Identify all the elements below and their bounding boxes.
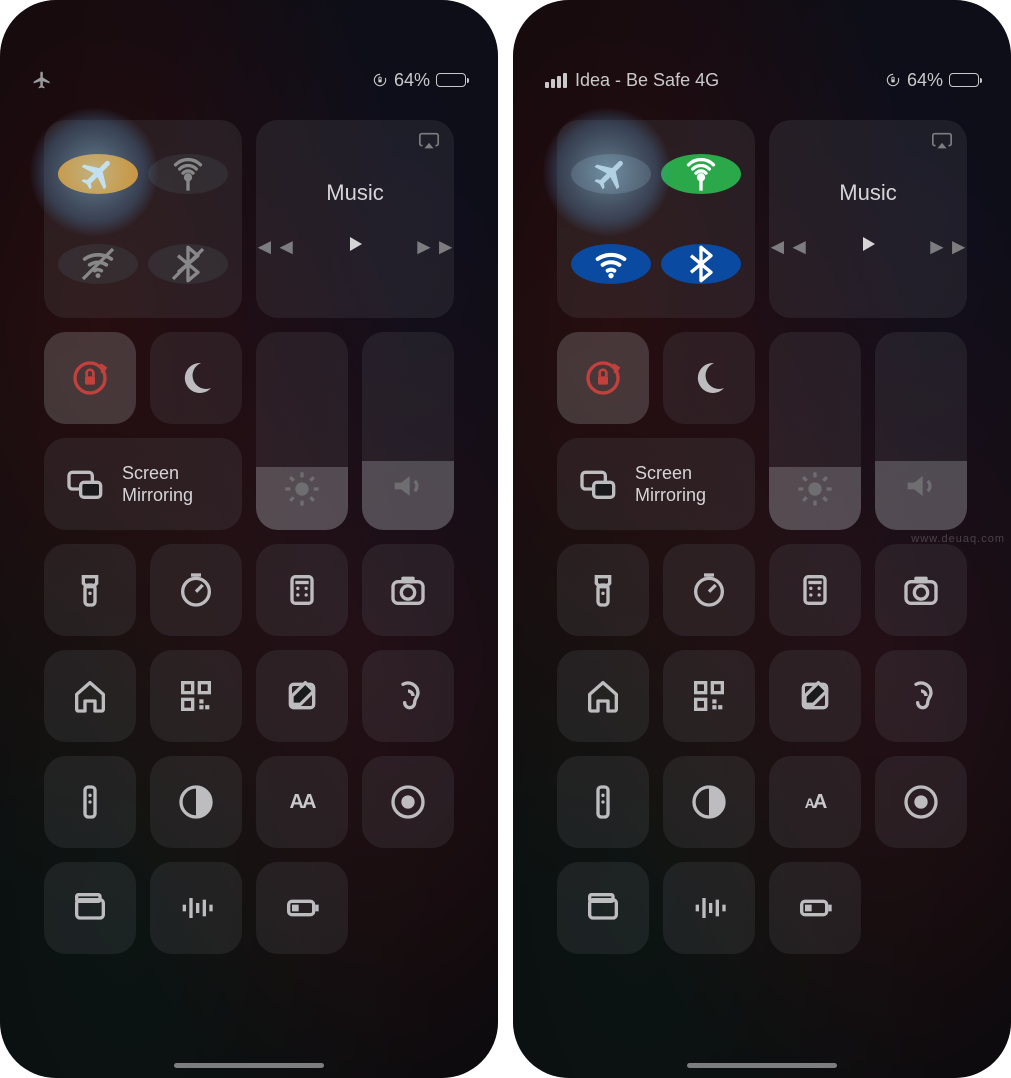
notes-button[interactable]: [256, 650, 348, 742]
brightness-slider[interactable]: [769, 332, 861, 530]
wallet-button[interactable]: [557, 862, 649, 954]
orientation-lock-status-icon: [885, 72, 901, 88]
bluetooth-toggle[interactable]: [661, 244, 741, 284]
low-power-mode-button[interactable]: [256, 862, 348, 954]
airplane-mode-toggle[interactable]: [58, 154, 138, 194]
music-tile[interactable]: Music ◄◄ ►►: [256, 120, 454, 318]
play-button[interactable]: [856, 232, 880, 262]
rotation-lock-toggle[interactable]: [557, 332, 649, 424]
cellular-signal-icon: [545, 73, 567, 88]
status-bar: Idea - Be Safe 4G 64%: [513, 0, 1011, 110]
flashlight-button[interactable]: [557, 544, 649, 636]
mirror-line1: Screen: [122, 463, 179, 483]
cellular-data-toggle[interactable]: [148, 154, 228, 194]
battery-icon: [949, 73, 979, 87]
home-button[interactable]: [44, 650, 136, 742]
carrier-label: Idea - Be Safe 4G: [575, 70, 719, 91]
timer-button[interactable]: [663, 544, 755, 636]
cellular-data-toggle[interactable]: [661, 154, 741, 194]
rotation-lock-toggle[interactable]: [44, 332, 136, 424]
calculator-button[interactable]: [769, 544, 861, 636]
music-label: Music: [839, 180, 896, 206]
mirror-line2: Mirroring: [122, 485, 193, 505]
bluetooth-toggle[interactable]: [148, 244, 228, 284]
status-bar: 64%: [0, 0, 498, 110]
screen-record-button[interactable]: [362, 756, 454, 848]
battery-text: 64%: [394, 70, 430, 91]
notes-button[interactable]: [769, 650, 861, 742]
hearing-button[interactable]: [362, 650, 454, 742]
camera-button[interactable]: [362, 544, 454, 636]
next-track-button[interactable]: ►►: [926, 234, 970, 260]
voice-memos-button[interactable]: [150, 862, 242, 954]
low-power-mode-button[interactable]: [769, 862, 861, 954]
flashlight-button[interactable]: [44, 544, 136, 636]
music-label: Music: [326, 180, 383, 206]
next-track-button[interactable]: ►►: [413, 234, 457, 260]
qr-scanner-button[interactable]: [663, 650, 755, 742]
battery-icon: [436, 73, 466, 87]
airplay-icon[interactable]: [418, 130, 440, 152]
hearing-button[interactable]: [875, 650, 967, 742]
previous-track-button[interactable]: ◄◄: [766, 234, 810, 260]
text-size-button[interactable]: AA: [256, 756, 348, 848]
qr-scanner-button[interactable]: [150, 650, 242, 742]
battery-text: 64%: [907, 70, 943, 91]
screen-record-button[interactable]: [875, 756, 967, 848]
do-not-disturb-toggle[interactable]: [663, 332, 755, 424]
do-not-disturb-toggle[interactable]: [150, 332, 242, 424]
voice-memos-button[interactable]: [663, 862, 755, 954]
airplane-mode-status-icon: [32, 70, 52, 90]
wifi-toggle[interactable]: [58, 244, 138, 284]
calculator-button[interactable]: [256, 544, 348, 636]
wifi-toggle[interactable]: [571, 244, 651, 284]
brightness-slider[interactable]: [256, 332, 348, 530]
timer-button[interactable]: [150, 544, 242, 636]
mirror-line2: Mirroring: [635, 485, 706, 505]
phone-right: Idea - Be Safe 4G 64% Music ◄◄ ►►: [513, 0, 1011, 1078]
previous-track-button[interactable]: ◄◄: [253, 234, 297, 260]
phone-left: 64% Music ◄◄ ►►: [0, 0, 498, 1078]
dark-mode-button[interactable]: [150, 756, 242, 848]
connectivity-cluster[interactable]: [557, 120, 755, 318]
volume-slider[interactable]: [362, 332, 454, 530]
wallet-button[interactable]: [44, 862, 136, 954]
home-indicator[interactable]: [174, 1063, 324, 1068]
apple-tv-remote-button[interactable]: [557, 756, 649, 848]
screen-mirroring-button[interactable]: ScreenMirroring: [557, 438, 755, 530]
camera-button[interactable]: [875, 544, 967, 636]
text-size-button[interactable]: AA: [769, 756, 861, 848]
screen-mirroring-button[interactable]: ScreenMirroring: [44, 438, 242, 530]
apple-tv-remote-button[interactable]: [44, 756, 136, 848]
mirror-line1: Screen: [635, 463, 692, 483]
airplane-mode-toggle[interactable]: [571, 154, 651, 194]
home-button[interactable]: [557, 650, 649, 742]
play-button[interactable]: [343, 232, 367, 262]
airplay-icon[interactable]: [931, 130, 953, 152]
music-tile[interactable]: Music ◄◄ ►►: [769, 120, 967, 318]
connectivity-cluster[interactable]: [44, 120, 242, 318]
home-indicator[interactable]: [687, 1063, 837, 1068]
dark-mode-button[interactable]: [663, 756, 755, 848]
volume-slider[interactable]: [875, 332, 967, 530]
orientation-lock-status-icon: [372, 72, 388, 88]
